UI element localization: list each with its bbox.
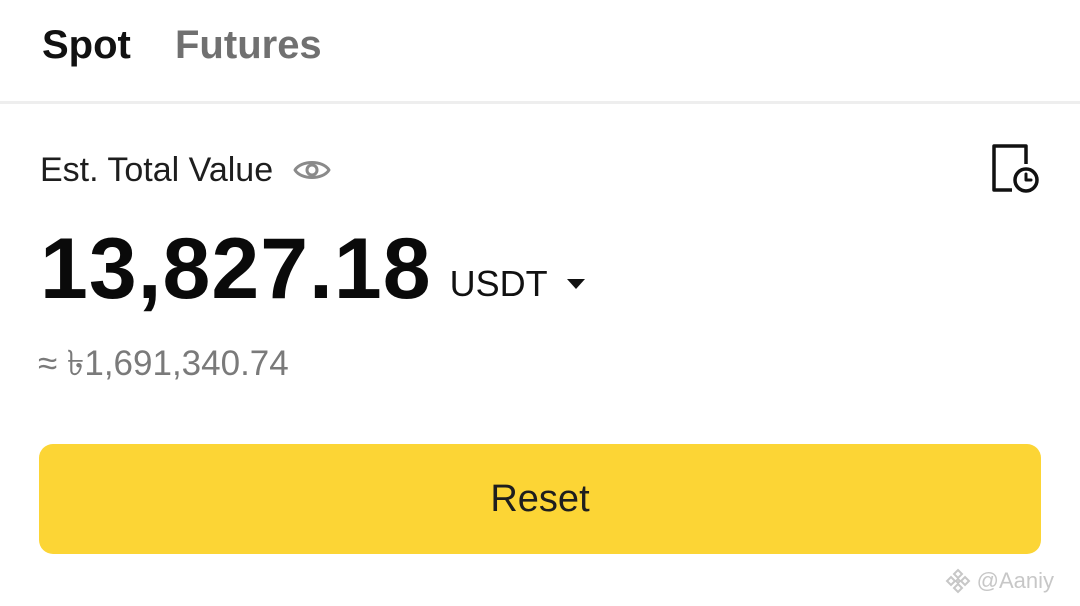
balance-row: 13,827.18 USDT	[40, 220, 586, 316]
watermark-text: @Aaniy	[976, 568, 1054, 593]
currency-label: USDT	[449, 263, 548, 304]
total-balance-value: 13,827.18	[40, 221, 432, 317]
account-tabs: Spot Futures	[0, 0, 1080, 104]
fiat-equivalent: ≈ ৳1,691,340.74	[38, 344, 289, 383]
tab-futures[interactable]: Futures	[175, 22, 322, 68]
est-total-row: Est. Total Value	[40, 148, 331, 192]
currency-selector[interactable]: USDT	[450, 264, 586, 304]
est-total-label: Est. Total Value	[40, 151, 274, 189]
history-clock-icon[interactable]	[988, 142, 1042, 196]
watermark: @Aaniy	[945, 568, 1054, 594]
reset-button[interactable]: Reset	[39, 444, 1041, 554]
tab-spot[interactable]: Spot	[42, 22, 131, 68]
caret-down-icon	[566, 279, 585, 289]
binance-logo-icon	[945, 568, 971, 594]
eye-icon[interactable]	[293, 157, 331, 183]
wallet-overview: Spot Futures Est. Total Value 13,827.18 …	[0, 0, 1080, 606]
